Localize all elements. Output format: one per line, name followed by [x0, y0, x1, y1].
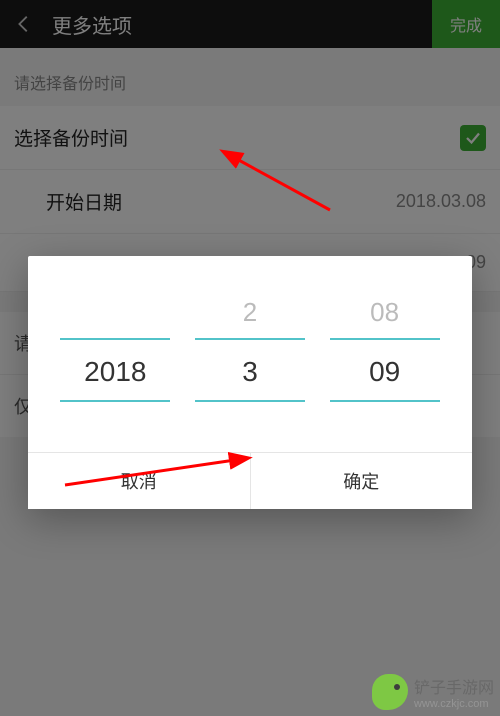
- cancel-button[interactable]: 取消: [28, 453, 250, 509]
- year-selected: 2018: [60, 338, 170, 402]
- watermark: 铲子手游网 www.czkjc.com: [372, 674, 494, 710]
- month-column[interactable]: 2 3: [195, 286, 305, 402]
- day-prev: 08: [330, 286, 440, 338]
- watermark-url: www.czkjc.com: [414, 698, 494, 710]
- watermark-brand: 铲子手游网: [414, 674, 494, 698]
- ok-button[interactable]: 确定: [250, 453, 473, 509]
- year-column[interactable]: 2018: [60, 286, 170, 402]
- year-prev: [60, 286, 170, 338]
- picker-body: 2018 2 3 08 09: [28, 256, 472, 452]
- watermark-logo-icon: [372, 674, 408, 710]
- dialog-buttons: 取消 确定: [28, 452, 472, 509]
- date-picker-dialog: 2018 2 3 08 09 取消 确定: [28, 256, 472, 509]
- day-selected: 09: [330, 338, 440, 402]
- day-column[interactable]: 08 09: [330, 286, 440, 402]
- month-prev: 2: [195, 286, 305, 338]
- month-selected: 3: [195, 338, 305, 402]
